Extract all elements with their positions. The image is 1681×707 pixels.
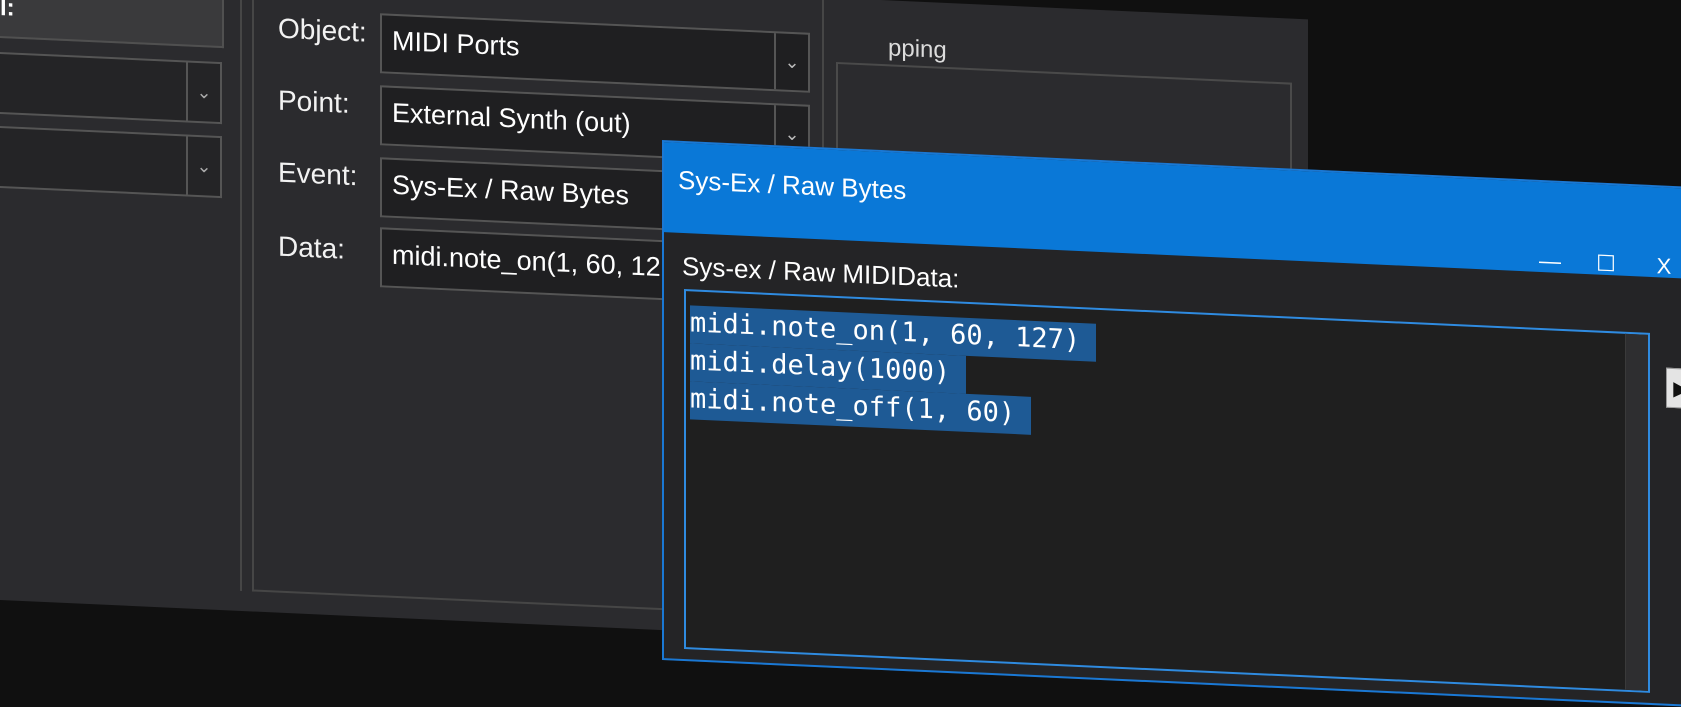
chevron-down-icon[interactable]: ⌄ (774, 33, 808, 91)
data-value: midi.note_on(1, 60, 127) (392, 239, 685, 284)
minimize-icon[interactable]: — (1530, 245, 1570, 277)
left-dropdown-2[interactable]: ⌄ (0, 126, 222, 199)
close-icon[interactable]: X (1644, 251, 1681, 283)
event-value: Sys-Ex / Raw Bytes (392, 169, 630, 211)
data-label: Data: (278, 230, 345, 265)
point-label: Point: (278, 84, 350, 119)
object-dropdown[interactable]: MIDI Ports ⌄ (380, 13, 810, 93)
left-header-box: l: (0, 0, 224, 49)
app-scene: l: ⌄ ⌄ Object: MIDI Ports ⌄ Point: Exter… (0, 0, 1681, 707)
chevron-down-icon[interactable]: ⌄ (186, 136, 220, 196)
mapping-section-label: pping (888, 34, 947, 64)
object-value: MIDI Ports (392, 25, 520, 62)
sysex-code-editor[interactable]: midi.note_on(1, 60, 127) midi.delay(1000… (684, 289, 1650, 693)
editor-scrollbar[interactable] (1625, 333, 1648, 691)
object-label: Object: (278, 12, 367, 48)
left-dropdown-1[interactable]: ⌄ (0, 52, 222, 125)
point-value: External Synth (out) (392, 97, 631, 139)
event-label: Event: (278, 156, 358, 192)
sysex-dialog: Sys-Ex / Raw Bytes — ☐ X Sys-ex / Raw MI… (662, 140, 1681, 707)
left-column: l: ⌄ ⌄ (0, 0, 242, 591)
play-arrow-icon[interactable]: ▶ (1666, 367, 1681, 410)
chevron-down-icon[interactable]: ⌄ (186, 62, 220, 122)
left-corner-label: l: (0, 0, 15, 22)
code-line[interactable]: midi.note_off(1, 60) (690, 381, 1032, 435)
editor-label: Sys-ex / Raw MIDIData: (682, 250, 960, 294)
dialog-title: Sys-Ex / Raw Bytes (678, 164, 907, 206)
maximize-icon[interactable]: ☐ (1586, 248, 1626, 280)
